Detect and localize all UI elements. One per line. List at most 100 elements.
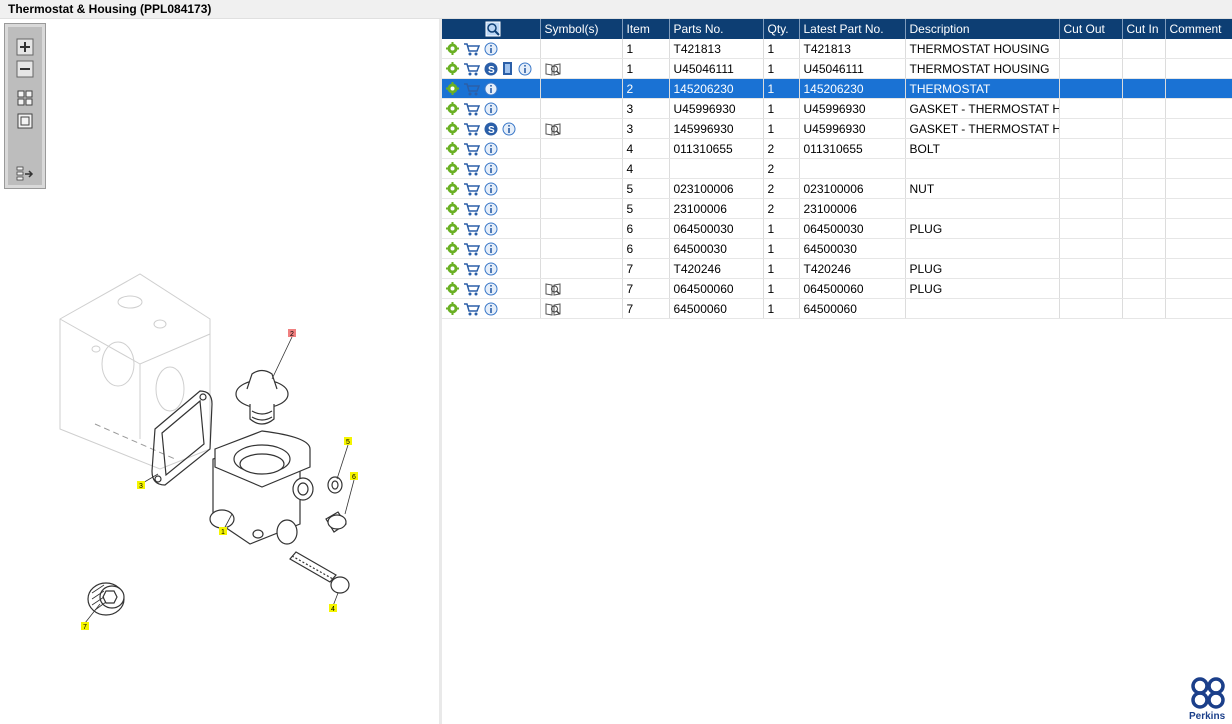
configure-gear-icon[interactable] xyxy=(446,142,459,156)
column-header-qty[interactable]: Qty. xyxy=(763,19,800,39)
table-row[interactable]: 5 23100006 2 23100006 xyxy=(442,198,1232,219)
configure-gear-icon[interactable] xyxy=(446,42,459,56)
column-header-description[interactable]: Description xyxy=(905,19,1060,39)
catalog-lookup-icon[interactable] xyxy=(545,62,561,76)
info-icon[interactable] xyxy=(502,122,516,136)
shopping-cart-icon[interactable] xyxy=(463,142,480,156)
column-header-symbols[interactable]: Symbol(s) xyxy=(540,19,623,39)
callout-5[interactable]: 5 xyxy=(344,437,352,446)
cell-cut-out xyxy=(1059,278,1123,299)
cell-description xyxy=(905,198,1060,219)
table-row[interactable]: 7 T420246 1 T420246 PLUG xyxy=(442,258,1232,279)
service-s-icon[interactable]: S xyxy=(484,122,498,136)
configure-gear-icon[interactable] xyxy=(446,262,459,276)
info-icon[interactable] xyxy=(484,102,498,116)
callout-6[interactable]: 6 xyxy=(350,472,358,481)
column-header-latest-part-no[interactable]: Latest Part No. xyxy=(799,19,906,39)
configure-gear-icon[interactable] xyxy=(446,222,459,236)
cell-latest-part-no: 064500030 xyxy=(799,218,906,239)
table-row[interactable]: 7 64500060 1 64500060 xyxy=(442,298,1232,319)
diagram-pane[interactable]: 2 5 6 3 1 4 7 xyxy=(0,19,439,724)
configure-gear-icon[interactable] xyxy=(446,282,459,296)
table-row[interactable]: 4 011310655 2 011310655 BOLT xyxy=(442,138,1232,159)
column-header-cut-in[interactable]: Cut In xyxy=(1122,19,1166,39)
cell-comment xyxy=(1165,78,1232,99)
catalog-search-icon[interactable] xyxy=(485,21,501,37)
shopping-cart-icon[interactable] xyxy=(463,242,480,256)
plug-large-part xyxy=(87,582,125,616)
shopping-cart-icon[interactable] xyxy=(463,82,480,96)
table-row[interactable]: 6 64500030 1 64500030 xyxy=(442,238,1232,259)
cell-cut-in xyxy=(1122,78,1166,99)
column-header-item[interactable]: Item xyxy=(622,19,670,39)
catalog-lookup-icon[interactable] xyxy=(545,282,561,296)
table-row[interactable]: S 1 U45046111 1 U45046111 THERMOSTAT HOUSING xyxy=(442,58,1232,79)
cell-comment xyxy=(1165,98,1232,119)
info-icon[interactable] xyxy=(484,42,498,56)
shopping-cart-icon[interactable] xyxy=(463,282,480,296)
svg-text:3: 3 xyxy=(139,483,143,490)
configure-gear-icon[interactable] xyxy=(446,242,459,256)
service-s-icon[interactable]: S xyxy=(484,62,498,76)
callout-3[interactable]: 3 xyxy=(137,481,145,490)
cell-comment xyxy=(1165,138,1232,159)
callout-1[interactable]: 1 xyxy=(219,527,227,536)
info-icon[interactable] xyxy=(484,202,498,216)
table-row[interactable]: 42 xyxy=(442,158,1232,179)
shopping-cart-icon[interactable] xyxy=(463,302,480,316)
catalog-lookup-icon[interactable] xyxy=(545,122,561,136)
table-row[interactable]: 3 U45996930 1 U45996930 GASKET - THERMOSTAT … xyxy=(442,98,1232,119)
table-row[interactable]: 6 064500030 1 064500030 PLUG xyxy=(442,218,1232,239)
cell-qty: 2 xyxy=(763,138,800,159)
shopping-cart-icon[interactable] xyxy=(463,122,480,136)
book-icon[interactable] xyxy=(502,61,514,76)
info-icon[interactable] xyxy=(484,302,498,316)
shopping-cart-icon[interactable] xyxy=(463,102,480,116)
row-action-icons xyxy=(442,198,541,219)
shopping-cart-icon[interactable] xyxy=(463,262,480,276)
column-header-comment[interactable]: Comment xyxy=(1165,19,1232,39)
callout-7[interactable]: 7 xyxy=(81,622,89,631)
callout-2[interactable]: 2 xyxy=(288,329,296,338)
configure-gear-icon[interactable] xyxy=(446,102,459,116)
plug-small-part xyxy=(325,511,347,533)
table-row[interactable]: S 3 145996930 1 U45996930 GASKET - THERMOSTAT… xyxy=(442,118,1232,139)
cell-latest-part-no: 011310655 xyxy=(799,138,906,159)
configure-gear-icon[interactable] xyxy=(446,202,459,216)
configure-gear-icon[interactable] xyxy=(446,182,459,196)
shopping-cart-icon[interactable] xyxy=(463,62,480,76)
table-row[interactable]: 5 023100006 2 023100006 NUT xyxy=(442,178,1232,199)
info-icon[interactable] xyxy=(484,282,498,296)
info-icon[interactable] xyxy=(484,162,498,176)
info-icon[interactable] xyxy=(484,142,498,156)
shopping-cart-icon[interactable] xyxy=(463,222,480,236)
column-header-parts-no[interactable]: Parts No. xyxy=(669,19,764,39)
column-header-actions[interactable] xyxy=(442,19,541,39)
cell-qty: 1 xyxy=(763,258,800,279)
shopping-cart-icon[interactable] xyxy=(463,182,480,196)
catalog-lookup-icon[interactable] xyxy=(545,302,561,316)
cell-qty: 1 xyxy=(763,298,800,319)
configure-gear-icon[interactable] xyxy=(446,162,459,176)
info-icon[interactable] xyxy=(484,262,498,276)
exploded-parts-diagram: 2 5 6 3 1 4 7 xyxy=(59,273,358,631)
info-icon[interactable] xyxy=(484,182,498,196)
info-icon[interactable] xyxy=(484,82,498,96)
configure-gear-icon[interactable] xyxy=(446,122,459,136)
table-row[interactable]: 1 T421813 1 T421813 THERMOSTAT HOUSING xyxy=(442,39,1232,59)
column-header-cut-out[interactable]: Cut Out xyxy=(1059,19,1123,39)
row-action-icons: S xyxy=(442,58,541,79)
info-icon[interactable] xyxy=(484,242,498,256)
shopping-cart-icon[interactable] xyxy=(463,202,480,216)
configure-gear-icon[interactable] xyxy=(446,302,459,316)
shopping-cart-icon[interactable] xyxy=(463,42,480,56)
info-icon[interactable] xyxy=(518,62,532,76)
shopping-cart-icon[interactable] xyxy=(463,162,480,176)
callout-4[interactable]: 4 xyxy=(329,604,337,613)
configure-gear-icon[interactable] xyxy=(446,82,459,96)
table-row[interactable]: 2 145206230 1 145206230 THERMOSTAT xyxy=(442,78,1232,99)
table-row[interactable]: 7 064500060 1 064500060 PLUG xyxy=(442,278,1232,299)
cell-description xyxy=(905,238,1060,259)
info-icon[interactable] xyxy=(484,222,498,236)
configure-gear-icon[interactable] xyxy=(446,62,459,76)
